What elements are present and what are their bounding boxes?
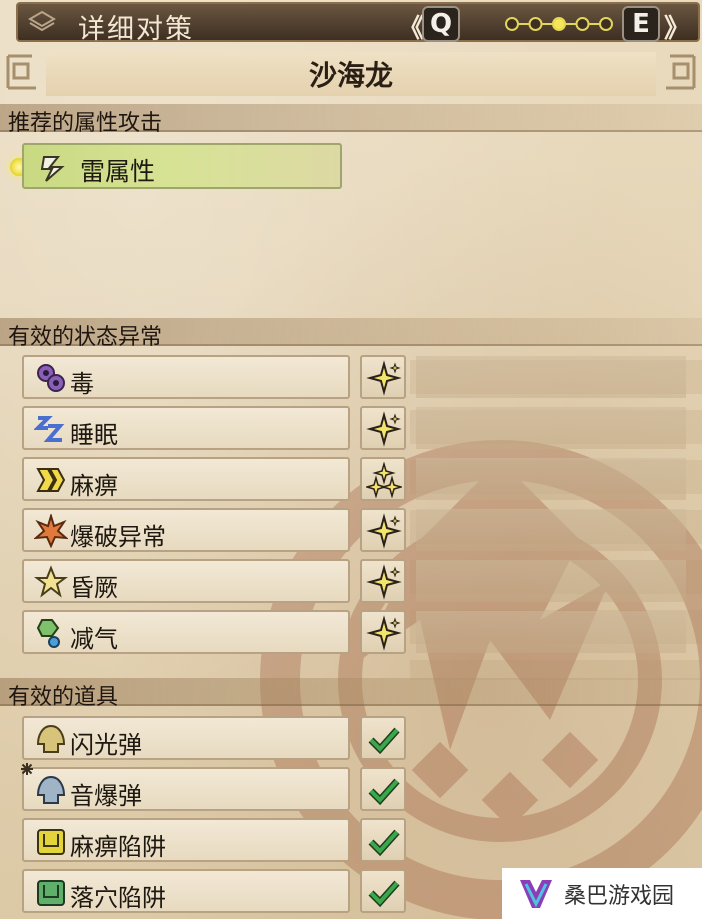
sleep-icon <box>34 416 65 442</box>
flash-pod-icon <box>36 724 66 753</box>
poison-icon <box>37 364 65 392</box>
prev-page-key-button[interactable]: Q <box>422 6 460 42</box>
status-rating <box>360 508 406 552</box>
status-rating <box>360 406 406 450</box>
check-icon <box>368 727 400 755</box>
element-weakness-label: 雷属性 <box>80 157 156 186</box>
status-row: 毒 <box>22 355 350 399</box>
stun-icon <box>34 565 68 598</box>
next-chevron-icon[interactable]: 》 <box>664 8 690 45</box>
site-logo-icon <box>520 880 552 908</box>
item-effective <box>360 869 406 913</box>
item-label: 落穴陷阱 <box>70 884 166 912</box>
blast-icon <box>34 514 68 548</box>
status-bar <box>416 407 686 449</box>
next-page-key-button[interactable]: E <box>622 6 660 42</box>
status-label: 麻痹 <box>70 472 118 500</box>
item-label: 音爆弹 <box>70 782 142 810</box>
thunder-icon <box>40 156 65 182</box>
item-effective <box>360 716 406 760</box>
status-bar <box>416 509 686 551</box>
page-dot <box>599 17 613 31</box>
page-dot <box>505 17 519 31</box>
status-bar <box>416 560 686 602</box>
item-label: 麻痹陷阱 <box>70 833 166 861</box>
status-label: 睡眠 <box>70 421 118 449</box>
pitfall-trap-icon <box>37 880 65 906</box>
title-bar: 详细对策 《 Q E 》 <box>16 2 700 45</box>
status-label: 减气 <box>70 625 118 653</box>
status-row: 睡眠 <box>22 406 350 450</box>
item-row: 麻痹陷阱 <box>22 818 350 862</box>
paralysis-icon <box>36 468 66 492</box>
page-dot <box>575 17 590 31</box>
section-header-status: 有效的状态异常 <box>0 318 702 350</box>
item-label: 闪光弹 <box>70 731 142 759</box>
status-label: 毒 <box>70 370 94 398</box>
status-rating <box>360 355 406 399</box>
check-icon <box>368 880 400 908</box>
star-rating-icon <box>366 360 402 396</box>
status-row: 爆破异常 <box>22 508 350 552</box>
item-row: 闪光弹 <box>22 716 350 760</box>
status-bar <box>416 458 686 500</box>
status-row: 减气 <box>22 610 350 654</box>
prev-chevron-icon[interactable]: 《 <box>398 8 424 45</box>
section-title: 推荐的属性攻击 <box>8 111 163 136</box>
site-watermark: 桑巴游戏园 <box>502 868 702 919</box>
page-dot-current <box>552 17 566 31</box>
star-rating-icon <box>366 411 402 447</box>
status-rating <box>360 559 406 603</box>
star-rating-icon <box>366 513 402 549</box>
status-label: 爆破异常 <box>70 523 166 551</box>
star-rating-icon <box>366 462 402 498</box>
shock-trap-icon <box>37 829 65 855</box>
item-row: 落穴陷阱 <box>22 869 350 913</box>
item-effective <box>360 818 406 862</box>
check-icon <box>368 778 400 806</box>
monster-name: 沙海龙 <box>308 59 393 92</box>
star-rating-icon <box>366 564 402 600</box>
section-title: 有效的道具 <box>8 685 119 710</box>
guide-book-icon <box>28 10 56 32</box>
status-row: 麻痹 <box>22 457 350 501</box>
status-row: 昏厥 <box>22 559 350 603</box>
status-rating <box>360 610 406 654</box>
status-rating <box>360 457 406 501</box>
status-bar <box>416 611 686 653</box>
status-bar <box>416 356 686 398</box>
star-rating-icon <box>366 615 402 651</box>
monster-header: 沙海龙 <box>0 44 702 102</box>
section-header-items: 有效的道具 <box>0 678 702 710</box>
sonic-bomb-icon <box>36 775 66 804</box>
check-icon <box>368 829 400 857</box>
item-row: 音爆弹 <box>22 767 350 811</box>
section-title: 有效的状态异常 <box>8 325 163 350</box>
section-header-element: 推荐的属性攻击 <box>0 104 702 136</box>
page-indicator <box>505 17 613 31</box>
page-dot <box>528 17 543 31</box>
element-weakness-entry: 雷属性 <box>6 143 346 191</box>
status-label: 昏厥 <box>70 574 118 602</box>
asterisk-mark-icon <box>21 763 33 775</box>
page-title: 详细对策 <box>78 14 194 45</box>
watermark-text: 桑巴游戏园 <box>564 884 675 909</box>
exhaust-icon <box>36 619 60 648</box>
item-effective <box>360 767 406 811</box>
element-weakness-pill: 雷属性 <box>22 143 342 189</box>
